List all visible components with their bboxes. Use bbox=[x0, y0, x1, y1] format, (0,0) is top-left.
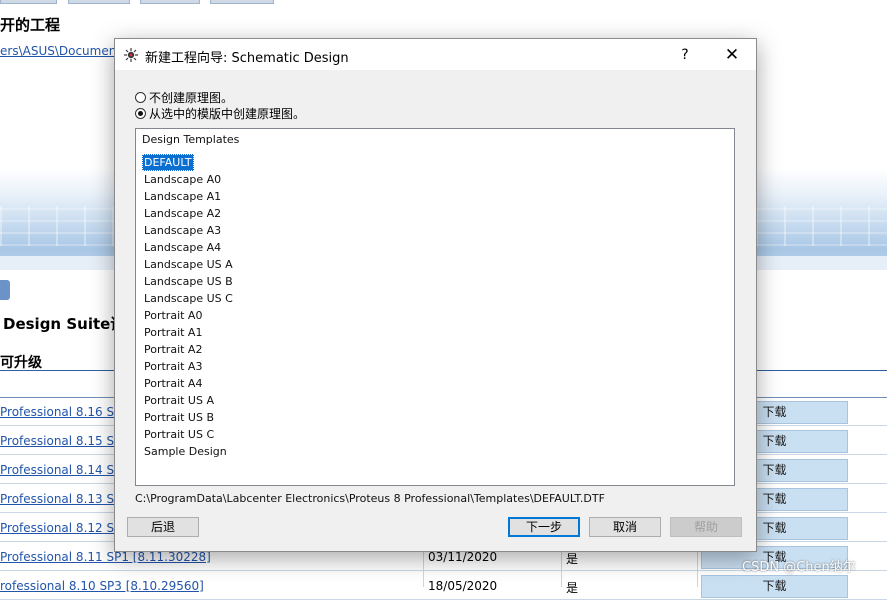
template-item[interactable]: Portrait A0 bbox=[142, 307, 204, 324]
side-tab-button[interactable] bbox=[0, 280, 10, 300]
template-item[interactable]: Portrait US B bbox=[142, 409, 216, 426]
option-label: 从选中的模版中创建原理图。 bbox=[149, 106, 306, 121]
version-link[interactable]: Professional 8.13 SP bbox=[0, 492, 121, 506]
template-item[interactable]: Portrait A4 bbox=[142, 375, 204, 392]
version-link[interactable]: Professional 8.12 SP bbox=[0, 521, 121, 535]
version-link[interactable]: Professional 8.11 SP1 [8.11.30228] bbox=[0, 550, 211, 564]
cancel-button[interactable]: 取消 bbox=[589, 517, 661, 537]
new-project-wizard-dialog: 新建工程向导: Schematic Design ? ✕ 不创建原理图。 从选中… bbox=[114, 38, 757, 552]
template-item[interactable]: Landscape A3 bbox=[142, 222, 223, 239]
version-link[interactable]: Professional 8.14 SP bbox=[0, 463, 121, 477]
design-suite-title: Design Suite评 bbox=[3, 315, 126, 333]
template-item[interactable]: DEFAULT bbox=[142, 154, 194, 171]
template-item[interactable]: Portrait US C bbox=[142, 426, 216, 443]
version-link[interactable]: rofessional 8.10 SP3 [8.10.29560] bbox=[0, 579, 204, 593]
version-link[interactable]: Professional 8.16 SP bbox=[0, 405, 121, 419]
template-item[interactable]: Landscape US A bbox=[142, 256, 235, 273]
option-from-template[interactable]: 从选中的模版中创建原理图。 bbox=[135, 105, 305, 121]
template-item[interactable]: Portrait A2 bbox=[142, 341, 204, 358]
release-date: 03/11/2020 bbox=[428, 550, 498, 564]
proteus-app-icon bbox=[124, 48, 138, 62]
list-header: Design Templates bbox=[142, 133, 240, 146]
table-row: rofessional 8.10 SP3 [8.10.29560] 18/05/2… bbox=[0, 571, 887, 600]
template-item[interactable]: Landscape US B bbox=[142, 273, 235, 290]
template-item[interactable]: Landscape A0 bbox=[142, 171, 223, 188]
upgrade-flag: 是 bbox=[566, 581, 579, 595]
upgrades-title: 可升级 bbox=[0, 355, 42, 371]
recent-projects-title: 开的工程 bbox=[0, 16, 61, 34]
option-no-schematic[interactable]: 不创建原理图。 bbox=[135, 89, 233, 105]
template-item[interactable]: Portrait A3 bbox=[142, 358, 204, 375]
template-item[interactable]: Landscape A2 bbox=[142, 205, 223, 222]
design-templates-list[interactable]: Design Templates DEFAULT Landscape A0 Land… bbox=[135, 128, 735, 486]
template-item[interactable]: Landscape US C bbox=[142, 290, 235, 307]
radio-button[interactable] bbox=[135, 107, 146, 119]
template-item[interactable]: Portrait A1 bbox=[142, 324, 204, 341]
dialog-title: 新建工程向导: Schematic Design bbox=[145, 51, 349, 66]
next-button[interactable]: 下一步 bbox=[508, 517, 580, 537]
template-item[interactable]: Portrait US A bbox=[142, 392, 216, 409]
template-item[interactable]: Sample Design bbox=[142, 443, 229, 460]
back-button[interactable]: 后退 bbox=[127, 517, 199, 537]
top-tabs bbox=[0, 0, 280, 4]
template-items: DEFAULT Landscape A0 Landscape A1 Landscape… bbox=[142, 154, 235, 460]
help-icon[interactable]: ? bbox=[671, 43, 699, 67]
release-date: 18/05/2020 bbox=[428, 579, 498, 593]
watermark: CSDN @Chen纳尔 bbox=[742, 560, 856, 575]
upgrade-flag: 是 bbox=[566, 552, 579, 566]
dialog-titlebar: 新建工程向导: Schematic Design ? ✕ bbox=[115, 39, 756, 70]
template-item[interactable]: Landscape A4 bbox=[142, 239, 223, 256]
radio-button[interactable] bbox=[135, 91, 146, 103]
download-button[interactable]: 下载 bbox=[701, 575, 848, 598]
template-path: C:\ProgramData\Labcenter Electronics\Pro… bbox=[135, 492, 605, 505]
close-icon[interactable]: ✕ bbox=[715, 43, 749, 67]
version-link[interactable]: Professional 8.15 SP bbox=[0, 434, 121, 448]
option-label: 不创建原理图。 bbox=[149, 90, 234, 105]
template-item[interactable]: Landscape A1 bbox=[142, 188, 223, 205]
help-button[interactable]: 帮助 bbox=[670, 517, 742, 537]
recent-project-link[interactable]: ers\ASUS\Documen bbox=[0, 44, 116, 58]
